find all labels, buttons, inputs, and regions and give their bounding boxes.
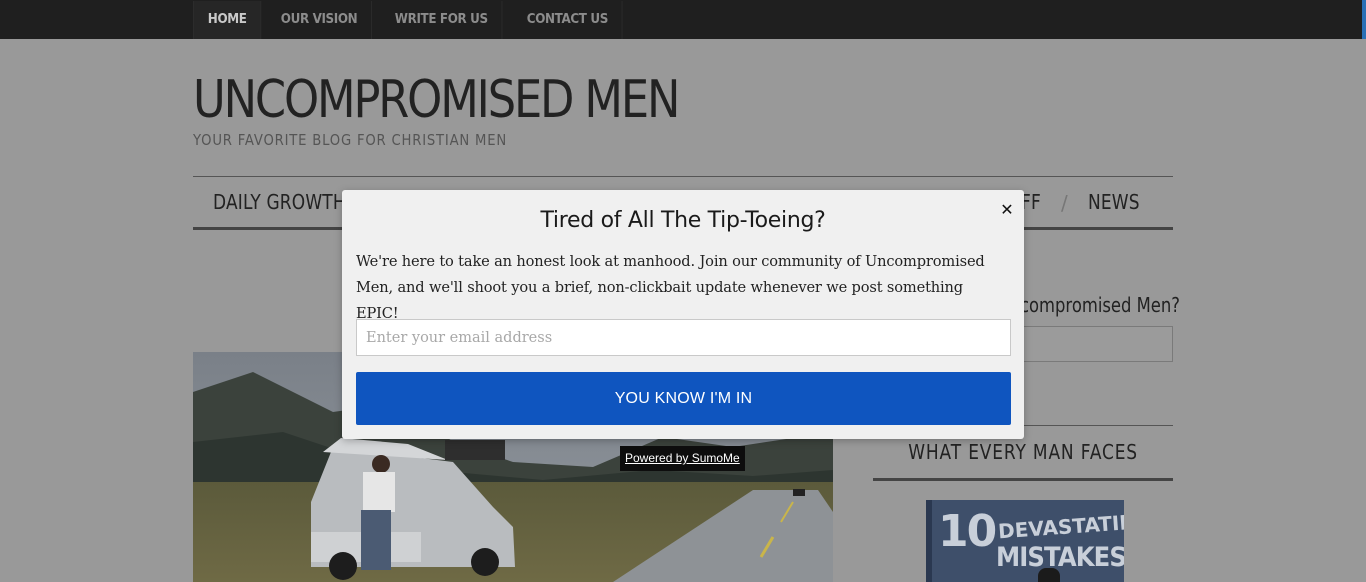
subscribe-button[interactable]: YOU KNOW I'M IN [356,372,1011,425]
main-nav-separator: / [1061,191,1068,215]
site-tagline: YOUR FAVORITE BLOG FOR CHRISTIAN MEN [193,131,508,149]
sidebar-widget-title: WHAT EVERY MAN FACES [873,440,1173,464]
top-nav-home[interactable]: HOME [194,1,262,39]
ebook-title-line2: MISTAKES [996,542,1124,573]
popup-title: Tired of All The Tip-Toeing? [540,208,826,233]
email-popup: Tired of All The Tip-Toeing? ✕ We're her… [342,190,1024,439]
top-nav-write-for-us[interactable]: WRITE FOR US [381,1,503,39]
top-bar: HOME OUR VISION WRITE FOR US CONTACT US [0,0,1366,39]
popup-body-text: We're here to take an honest look at man… [356,253,985,322]
close-icon[interactable]: ✕ [997,200,1017,220]
main-nav-news[interactable]: NEWS [1088,190,1140,214]
ebook-figure [1038,568,1060,582]
ebook-cover[interactable]: 10 DEVASTATING MISTAKES [926,500,1124,582]
email-input[interactable] [356,319,1011,356]
top-nav-our-vision[interactable]: OUR VISION [267,1,373,39]
ebook-number: 10 [938,506,997,557]
site-title[interactable]: UNCOMPROMISED MEN [193,70,680,130]
top-nav: HOME OUR VISION WRITE FOR US CONTACT US [193,1,633,39]
top-bar-accent [1362,0,1366,39]
ebook-title-line1: DEVASTATING [997,508,1124,544]
top-nav-contact-us[interactable]: CONTACT US [513,1,624,39]
main-nav-daily-growth[interactable]: DAILY GROWTH [213,190,346,214]
widget-title-text: WHAT EVERY MAN FACES [908,440,1138,464]
sidebar-subscribe-heading: compromised Men? [1020,293,1180,317]
sidebar-widget-rule [873,478,1173,481]
powered-by-link[interactable]: Powered by SumoMe [620,446,745,471]
